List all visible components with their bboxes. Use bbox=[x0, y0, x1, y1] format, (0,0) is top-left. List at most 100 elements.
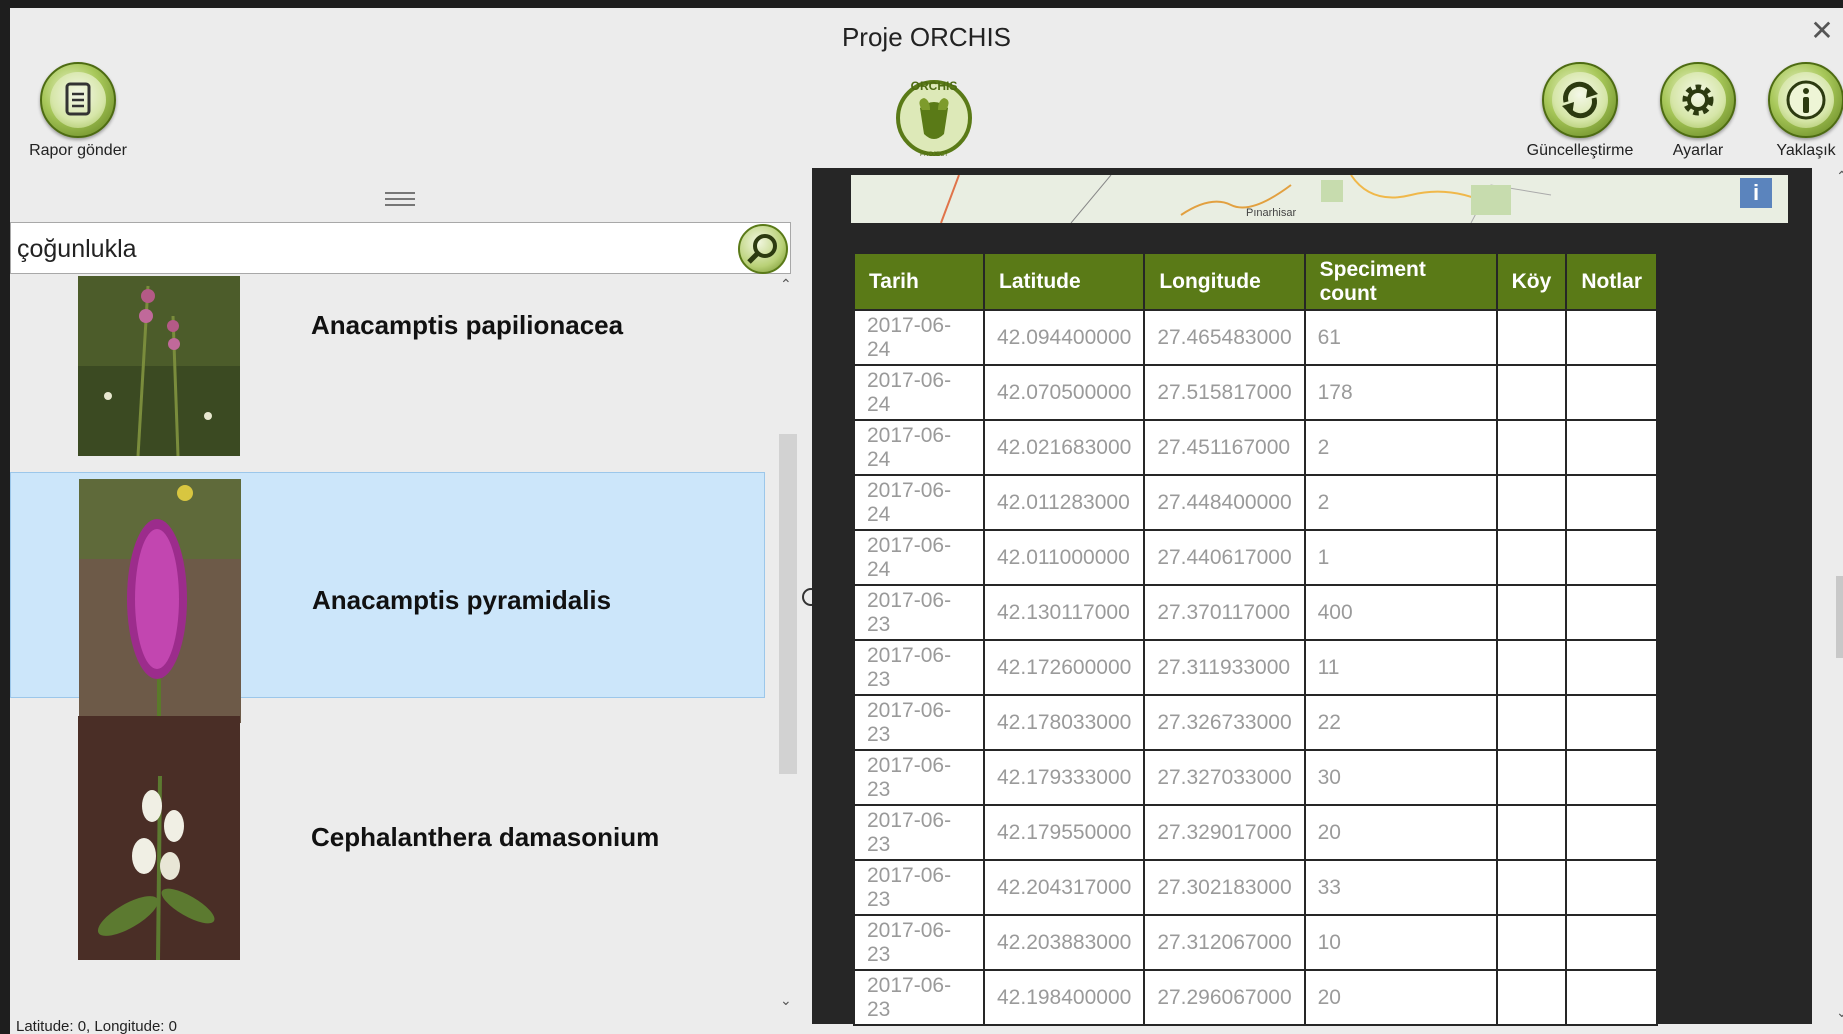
table-row[interactable]: 2017-06-24 42.094400000 27.465483000 61 bbox=[853, 309, 1658, 366]
map-town-label: Pınarhisar bbox=[1246, 207, 1297, 219]
about-button[interactable]: Yaklaşık bbox=[1756, 62, 1843, 160]
list-item[interactable]: Cephalanthera damasonium bbox=[10, 710, 765, 970]
cell-notes bbox=[1565, 584, 1658, 641]
map-roads bbox=[940, 175, 1552, 223]
col-header-notes[interactable]: Notlar bbox=[1565, 252, 1658, 311]
map-info-icon[interactable]: i bbox=[1740, 178, 1772, 208]
table-row[interactable]: 2017-06-23 42.130117000 27.370117000 400 bbox=[853, 584, 1658, 641]
logo-subtext: PROJECT bbox=[920, 152, 948, 158]
table-row[interactable]: 2017-06-23 42.179333000 27.327033000 30 bbox=[853, 749, 1658, 806]
species-name: Cephalanthera damasonium bbox=[311, 822, 660, 852]
panel-scrollbar[interactable]: ⌃ ⌄ bbox=[1830, 168, 1843, 1024]
cell-count: 1 bbox=[1303, 529, 1498, 586]
species-photo bbox=[79, 479, 241, 723]
table-row[interactable]: 2017-06-23 42.204317000 27.302183000 33 bbox=[853, 859, 1658, 916]
search-button[interactable] bbox=[738, 224, 788, 274]
search-input[interactable] bbox=[15, 223, 719, 275]
cell-longitude: 27.329017000 bbox=[1143, 804, 1306, 861]
report-button[interactable]: Rapor gönder bbox=[18, 62, 138, 160]
search-icon bbox=[747, 234, 777, 264]
table-row[interactable]: 2017-06-23 42.179550000 27.329017000 20 bbox=[853, 804, 1658, 861]
scrollbar-thumb[interactable] bbox=[779, 434, 797, 774]
list-scrollbar[interactable]: ⌃ ⌄ bbox=[776, 276, 798, 1012]
cell-village bbox=[1495, 914, 1568, 971]
cell-longitude: 27.296067000 bbox=[1143, 969, 1306, 1026]
col-header-latitude[interactable]: Latitude bbox=[982, 252, 1146, 311]
update-label: Güncelleştirme bbox=[1526, 142, 1634, 159]
cell-notes bbox=[1565, 859, 1658, 916]
col-header-longitude[interactable]: Longitude bbox=[1143, 252, 1306, 311]
cell-latitude: 42.070500000 bbox=[982, 364, 1146, 421]
col-header-date[interactable]: Tarih bbox=[853, 252, 985, 311]
cell-longitude: 27.326733000 bbox=[1143, 694, 1306, 751]
cell-latitude: 42.178033000 bbox=[982, 694, 1146, 751]
cell-latitude: 42.094400000 bbox=[982, 309, 1146, 366]
species-photo bbox=[78, 716, 240, 960]
species-photo bbox=[78, 276, 240, 456]
cell-notes bbox=[1565, 364, 1658, 421]
cell-longitude: 27.448400000 bbox=[1143, 474, 1306, 531]
cell-notes bbox=[1565, 694, 1658, 751]
col-header-count[interactable]: Speciment count bbox=[1303, 252, 1498, 311]
table-row[interactable]: 2017-06-23 42.178033000 27.326733000 22 bbox=[853, 694, 1658, 751]
cell-count: 10 bbox=[1303, 914, 1498, 971]
cell-date: 2017-06-23 bbox=[853, 584, 985, 641]
cell-latitude: 42.130117000 bbox=[982, 584, 1146, 641]
cell-count: 2 bbox=[1303, 419, 1498, 476]
table-row[interactable]: 2017-06-24 42.011283000 27.448400000 2 bbox=[853, 474, 1658, 531]
cell-count: 178 bbox=[1303, 364, 1498, 421]
cell-village bbox=[1495, 804, 1568, 861]
cell-longitude: 27.370117000 bbox=[1143, 584, 1306, 641]
status-bar: Latitude: 0, Longitude: 0 bbox=[16, 1018, 177, 1034]
cell-date: 2017-06-23 bbox=[853, 859, 985, 916]
cell-latitude: 42.179333000 bbox=[982, 749, 1146, 806]
table-header-row: Tarih Latitude Longitude Speciment count… bbox=[853, 252, 1658, 311]
cell-count: 400 bbox=[1303, 584, 1498, 641]
settings-button[interactable]: Ayarlar bbox=[1648, 62, 1748, 160]
list-item[interactable]: Anacamptis papilionacea bbox=[10, 276, 765, 460]
scroll-up-icon[interactable]: ⌃ bbox=[1836, 168, 1843, 185]
table-row[interactable]: 2017-06-23 42.203883000 27.312067000 10 bbox=[853, 914, 1658, 971]
cell-village bbox=[1495, 694, 1568, 751]
cell-notes bbox=[1565, 309, 1658, 366]
about-label: Yaklaşık bbox=[1776, 142, 1836, 159]
search-box bbox=[10, 222, 791, 275]
table-row[interactable]: 2017-06-23 42.172600000 27.311933000 11 bbox=[853, 639, 1658, 696]
cell-longitude: 27.515817000 bbox=[1143, 364, 1306, 421]
cell-date: 2017-06-23 bbox=[853, 914, 985, 971]
close-icon[interactable]: ✕ bbox=[1809, 17, 1835, 45]
hamburger-menu-icon[interactable] bbox=[385, 192, 415, 208]
table-row[interactable]: 2017-06-23 42.198400000 27.296067000 20 bbox=[853, 969, 1658, 1026]
info-icon bbox=[1768, 62, 1843, 138]
scroll-down-icon[interactable]: ⌄ bbox=[780, 992, 792, 1009]
cell-village bbox=[1495, 859, 1568, 916]
update-button[interactable]: Güncelleştirme bbox=[1520, 62, 1640, 160]
cell-notes bbox=[1565, 419, 1658, 476]
report-label: Rapor gönder bbox=[29, 142, 127, 159]
list-item-selected[interactable]: Anacamptis pyramidalis bbox=[10, 472, 765, 723]
cell-village bbox=[1495, 419, 1568, 476]
cell-village bbox=[1495, 969, 1568, 1026]
table-row[interactable]: 2017-06-24 42.011000000 27.440617000 1 bbox=[853, 529, 1658, 586]
cell-village bbox=[1495, 749, 1568, 806]
species-list: Anacamptis papilionacea Anacamptis pyram… bbox=[10, 276, 773, 1012]
table-row[interactable]: 2017-06-24 42.070500000 27.515817000 178 bbox=[853, 364, 1658, 421]
cell-count: 33 bbox=[1303, 859, 1498, 916]
cell-longitude: 27.465483000 bbox=[1143, 309, 1306, 366]
cell-notes bbox=[1565, 474, 1658, 531]
cell-count: 22 bbox=[1303, 694, 1498, 751]
sync-icon bbox=[1542, 62, 1618, 138]
scroll-down-icon[interactable]: ⌄ bbox=[1836, 1004, 1843, 1021]
table-row[interactable]: 2017-06-24 42.021683000 27.451167000 2 bbox=[853, 419, 1658, 476]
map-view[interactable]: Pınarhisar i bbox=[851, 175, 1788, 223]
species-name: Anacamptis papilionacea bbox=[311, 310, 624, 340]
scrollbar-thumb[interactable] bbox=[1836, 576, 1843, 658]
cell-date: 2017-06-24 bbox=[853, 364, 985, 421]
col-header-village[interactable]: Köy bbox=[1495, 252, 1568, 311]
window-title: Proje ORCHIS bbox=[841, 22, 1012, 52]
cell-date: 2017-06-24 bbox=[853, 419, 985, 476]
scroll-up-icon[interactable]: ⌃ bbox=[780, 276, 792, 293]
cell-count: 20 bbox=[1303, 969, 1498, 1026]
cell-village bbox=[1495, 474, 1568, 531]
species-name: Anacamptis pyramidalis bbox=[312, 585, 612, 615]
